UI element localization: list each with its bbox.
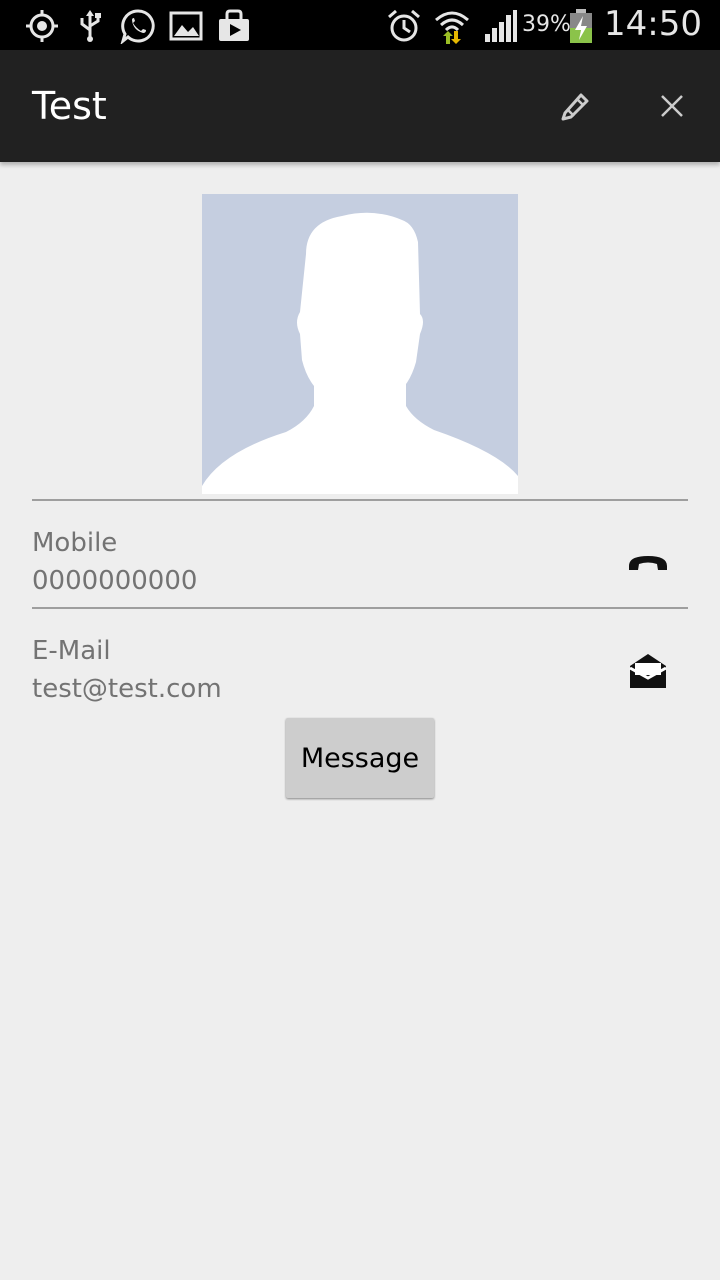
divider bbox=[32, 607, 688, 609]
contact-detail-screen: 39% 14:50 Test Mobile 0000000000 E-Mail … bbox=[0, 0, 720, 1280]
phone-icon bbox=[629, 556, 667, 570]
close-button[interactable] bbox=[644, 78, 700, 134]
store-icon bbox=[219, 9, 249, 41]
battery-icon bbox=[570, 9, 592, 43]
default-avatar-icon bbox=[202, 212, 518, 494]
edit-icon bbox=[561, 93, 589, 121]
location-icon bbox=[26, 10, 58, 42]
avatar[interactable] bbox=[202, 194, 518, 494]
mobile-value: 0000000000 bbox=[32, 566, 198, 596]
signal-icon bbox=[485, 10, 517, 42]
whatsapp-icon bbox=[120, 9, 155, 44]
message-button[interactable]: Message bbox=[286, 718, 434, 798]
battery-percent: 39% bbox=[522, 12, 571, 37]
mail-icon bbox=[629, 654, 667, 688]
edit-button[interactable] bbox=[548, 78, 604, 134]
email-value: test@test.com bbox=[32, 674, 222, 704]
email-button[interactable] bbox=[620, 643, 676, 699]
page-title: Test bbox=[32, 84, 107, 128]
mobile-label: Mobile bbox=[32, 528, 118, 558]
status-bar: 39% 14:50 bbox=[0, 0, 720, 50]
close-icon bbox=[661, 95, 683, 117]
alarm-icon bbox=[388, 9, 420, 42]
email-label: E-Mail bbox=[32, 636, 111, 666]
clock: 14:50 bbox=[604, 4, 702, 44]
wifi-icon bbox=[435, 11, 469, 44]
divider bbox=[32, 499, 688, 501]
usb-icon bbox=[80, 10, 101, 42]
gallery-icon bbox=[169, 11, 203, 41]
action-bar: Test bbox=[0, 50, 720, 162]
call-button[interactable] bbox=[620, 535, 676, 591]
